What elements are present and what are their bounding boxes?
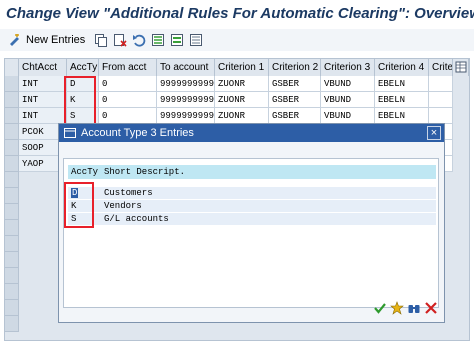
new-entries-button[interactable]: New Entries xyxy=(8,32,85,48)
column-header-chtacct[interactable]: ChtAcct xyxy=(19,59,67,76)
list-item[interactable]: S G/L accounts xyxy=(68,213,436,225)
dialog-window-icon xyxy=(63,126,77,140)
list-item[interactable]: K Vendors xyxy=(68,200,436,212)
new-entries-label: New Entries xyxy=(26,34,86,46)
cancel-icon[interactable] xyxy=(424,301,438,315)
row-selector[interactable] xyxy=(5,76,19,92)
cell-criterion-3[interactable]: VBUND xyxy=(321,76,375,92)
cell-from-account[interactable]: 0 xyxy=(99,92,157,108)
cell-to-account[interactable]: 9999999999 xyxy=(157,76,215,92)
cell-criterion-5[interactable] xyxy=(429,76,453,92)
undo-icon xyxy=(132,33,146,47)
application-toolbar: New Entries xyxy=(0,29,474,51)
new-icon[interactable] xyxy=(390,301,404,315)
check-icon[interactable] xyxy=(373,301,387,315)
account-type-dialog: Account Type 3 Entries × AccTy Short Des… xyxy=(58,123,445,323)
cell-criterion-5[interactable] xyxy=(429,92,453,108)
cell-criterion-5[interactable] xyxy=(429,108,453,124)
cell-criterion-3[interactable]: VBUND xyxy=(321,92,375,108)
select-block-button[interactable] xyxy=(170,32,184,48)
cell-from-account[interactable]: 0 xyxy=(99,108,157,124)
column-header-to-account[interactable]: To account xyxy=(157,59,215,76)
column-header-from-acct[interactable]: From acct xyxy=(99,59,157,76)
delete-button[interactable] xyxy=(113,32,127,48)
cell-to-account[interactable]: 9999999999 xyxy=(157,108,215,124)
deselect-all-button[interactable] xyxy=(189,32,203,48)
row-selector[interactable] xyxy=(5,252,19,268)
cell-criterion-1[interactable]: ZUONR xyxy=(215,92,269,108)
cell-criterion-1[interactable]: ZUONR xyxy=(215,108,269,124)
column-header-criterion-1[interactable]: Criterion 1 xyxy=(215,59,269,76)
list-header-short-description[interactable]: Short Descript. xyxy=(104,167,185,177)
column-header-criterion-2[interactable]: Criterion 2 xyxy=(269,59,321,76)
cell-criterion-2[interactable]: GSBER xyxy=(269,92,321,108)
select-all-button[interactable] xyxy=(151,32,165,48)
cell-chart-of-accounts: INT xyxy=(19,108,67,124)
cell-to-account[interactable]: 9999999999 xyxy=(157,92,215,108)
copy-button[interactable] xyxy=(94,32,108,48)
row-selector[interactable] xyxy=(5,124,19,140)
column-settings-button[interactable] xyxy=(453,59,469,76)
cell-criterion-4[interactable]: EBELN xyxy=(375,108,429,124)
dialog-button-bar xyxy=(373,301,438,317)
row-selector[interactable] xyxy=(5,268,19,284)
row-selector[interactable] xyxy=(5,204,19,220)
cell-chart-of-accounts: INT xyxy=(19,92,67,108)
list-item-description: G/L accounts xyxy=(104,214,169,224)
undo-button[interactable] xyxy=(132,32,146,48)
select-block-icon xyxy=(170,33,184,47)
page-title: Change View "Additional Rules For Automa… xyxy=(6,5,474,22)
row-selector[interactable] xyxy=(5,140,19,156)
close-icon[interactable]: × xyxy=(427,126,441,140)
list-item-description: Vendors xyxy=(104,201,142,211)
cell-criterion-4[interactable]: EBELN xyxy=(375,92,429,108)
row-selector[interactable] xyxy=(5,108,19,124)
cell-from-account[interactable]: 0 xyxy=(99,76,157,92)
table-settings-icon xyxy=(455,61,467,73)
account-type-highlight-box xyxy=(64,76,96,126)
title-bar: Change View "Additional Rules For Automa… xyxy=(0,0,474,28)
new-entries-icon xyxy=(8,33,22,47)
delete-icon xyxy=(113,33,127,47)
list-item[interactable]: D Customers xyxy=(68,187,436,199)
column-header-criterion-4[interactable]: Criterion 4 xyxy=(375,59,429,76)
cell-chart-of-accounts: INT xyxy=(19,76,67,92)
cell-criterion-2[interactable]: GSBER xyxy=(269,76,321,92)
column-header-criterion-5[interactable]: Crite xyxy=(429,59,453,76)
dialog-key-highlight-box xyxy=(64,182,94,228)
copy-icon xyxy=(94,33,108,47)
row-selector[interactable] xyxy=(5,172,19,188)
select-all-icon xyxy=(151,33,165,47)
column-header-accty[interactable]: AccTy xyxy=(67,59,99,76)
list-item-description: Customers xyxy=(104,188,153,198)
dialog-title-bar: Account Type 3 Entries × xyxy=(59,124,444,142)
column-header-criterion-3[interactable]: Criterion 3 xyxy=(321,59,375,76)
list-header-accty[interactable]: AccTy xyxy=(71,167,98,177)
row-selector[interactable] xyxy=(5,156,19,172)
row-selector[interactable] xyxy=(5,188,19,204)
value-list-header: AccTy Short Descript. xyxy=(68,165,436,179)
cell-criterion-4[interactable]: EBELN xyxy=(375,76,429,92)
value-list: AccTy Short Descript. D Customers K Vend… xyxy=(63,158,439,308)
select-all-header[interactable] xyxy=(5,59,19,76)
dialog-title: Account Type 3 Entries xyxy=(81,127,194,139)
cell-criterion-3[interactable]: VBUND xyxy=(321,108,375,124)
row-selector[interactable] xyxy=(5,284,19,300)
row-selector[interactable] xyxy=(5,316,19,332)
deselect-all-icon xyxy=(189,33,203,47)
row-selector[interactable] xyxy=(5,220,19,236)
row-selector[interactable] xyxy=(5,300,19,316)
cell-criterion-1[interactable]: ZUONR xyxy=(215,76,269,92)
cell-criterion-2[interactable]: GSBER xyxy=(269,108,321,124)
find-icon[interactable] xyxy=(407,301,421,315)
row-selector[interactable] xyxy=(5,92,19,108)
row-selector[interactable] xyxy=(5,236,19,252)
